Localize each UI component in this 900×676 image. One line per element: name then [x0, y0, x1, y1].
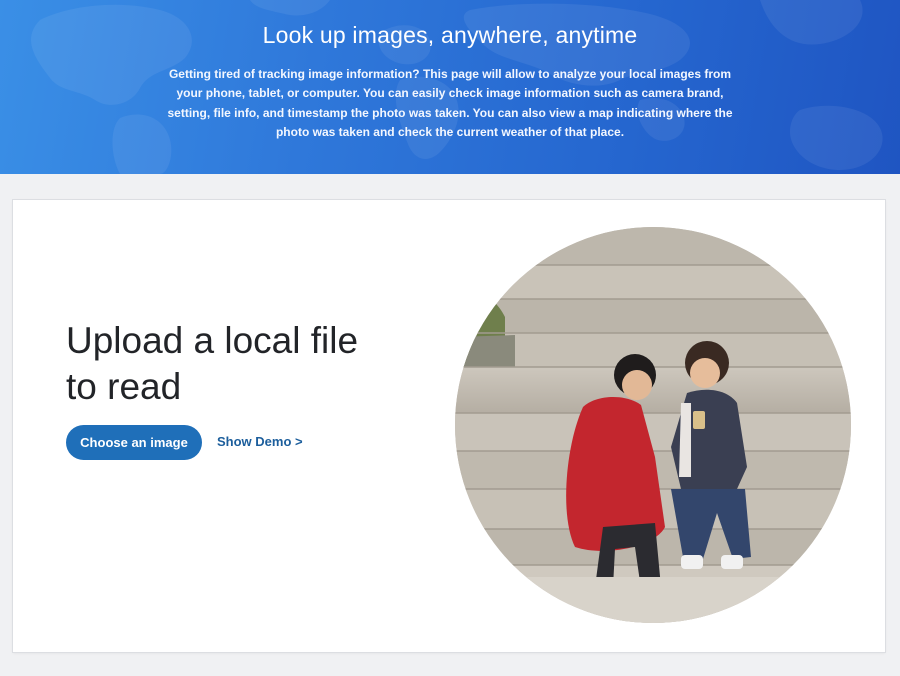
hero-banner: Look up images, anywhere, anytime Gettin… [0, 0, 900, 174]
hero-title: Look up images, anywhere, anytime [262, 22, 638, 48]
sample-photo-image [455, 227, 851, 623]
show-demo-link[interactable]: Show Demo > [217, 434, 303, 449]
upload-title: Upload a local file to read [66, 320, 359, 407]
choose-image-button[interactable]: Choose an image [66, 425, 202, 460]
upload-card: Upload a local file to read Choose an im… [13, 200, 885, 652]
hero-description: Getting tired of tracking image informat… [167, 67, 733, 139]
